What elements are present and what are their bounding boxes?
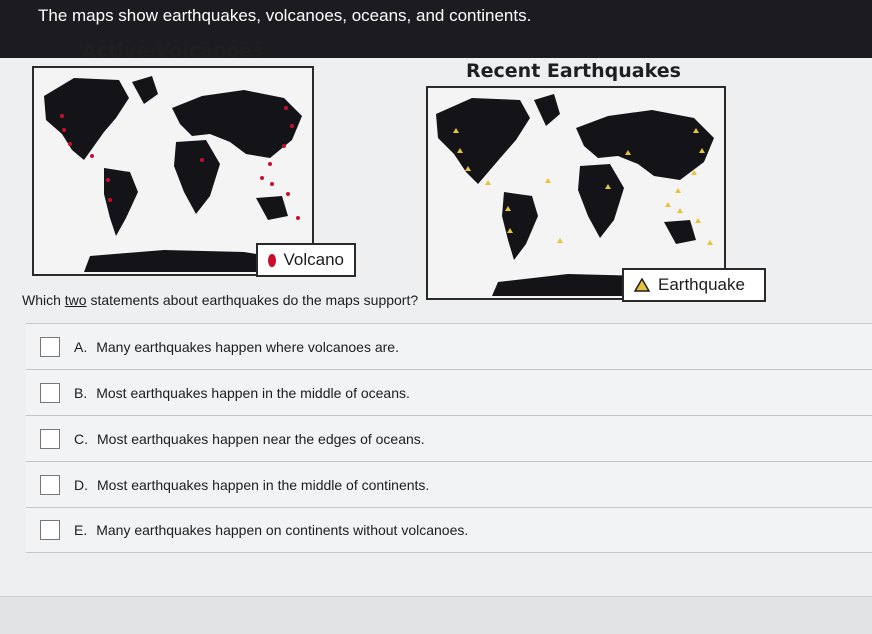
red-dot-icon [268,253,276,267]
option-e-letter: E. [74,522,88,538]
option-b[interactable]: B. Most earthquakes happen in the middle… [26,369,872,415]
option-e-checkbox[interactable] [40,520,60,540]
option-c-letter: C. [74,430,88,447]
earthquake-world-map-image [436,94,714,296]
triangle-icon [634,278,650,292]
question-prefix: Which [22,292,65,308]
option-d[interactable]: D. Most earthquakes happen in the middle… [26,461,872,507]
bottom-toolbar [0,596,872,634]
option-c[interactable]: C. Most earthquakes happen near the edge… [26,415,872,461]
option-a-checkbox[interactable] [40,336,60,357]
option-a-text: Many earthquakes happen where volcanoes … [96,338,399,355]
option-a[interactable]: A. Many earthquakes happen where volcano… [26,323,872,369]
option-e[interactable]: E. Many earthquakes happen on continents… [26,507,872,553]
option-b-letter: B. [74,384,88,401]
question-emphasis: two [64,292,87,308]
answer-options: A. Many earthquakes happen where volcano… [26,323,872,553]
question-suffix: statements about earthquakes do the maps… [86,292,419,308]
option-e-text: Many earthquakes happen on continents wi… [96,522,469,538]
question-text: Which two statements about earthquakes d… [22,292,418,308]
volcano-legend: Volcano [256,243,356,277]
earthquake-map-title: Recent Earthquakes [466,60,681,82]
volcano-legend-label: Volcano [283,250,345,269]
earthquake-legend-label: Earthquake [658,275,745,294]
option-c-checkbox[interactable] [40,428,60,449]
intro-text: The maps show earthquakes, volcanoes, oc… [38,6,532,25]
earthquake-legend: Earthquake [622,268,766,302]
volcano-map-title: Active Volcanoes [82,40,264,62]
option-d-checkbox[interactable] [40,474,60,495]
option-d-letter: D. [74,476,88,493]
option-c-text: Most earthquakes happen near the edges o… [97,430,425,447]
option-b-checkbox[interactable] [40,382,60,403]
option-b-text: Most earthquakes happen in the middle of… [96,384,410,401]
option-d-text: Most earthquakes happen in the middle of… [97,476,430,493]
option-a-letter: A. [74,338,88,355]
